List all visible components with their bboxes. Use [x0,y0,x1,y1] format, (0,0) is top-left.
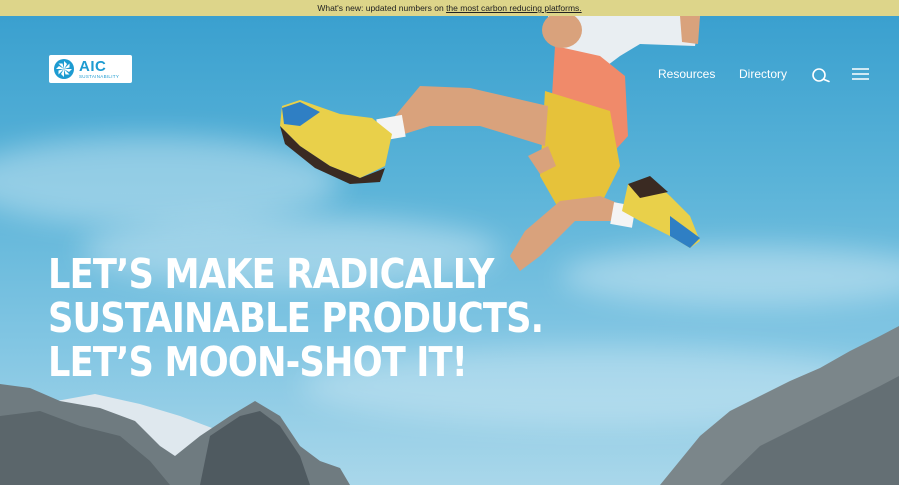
announcement-bar: What's new: updated numbers on the most … [0,0,899,16]
hamburger-menu-icon[interactable] [852,68,870,80]
nav-directory[interactable]: Directory [739,67,787,81]
announcement-text: What's new: updated numbers on [317,3,447,13]
runner-leg-front [395,86,548,146]
pinwheel-logo-icon [54,59,74,79]
hero-section: AIC SUSTAINABILITY Resources Directory L… [0,16,899,485]
nav-resources[interactable]: Resources [658,67,715,81]
site-logo[interactable]: AIC SUSTAINABILITY [49,55,132,83]
headline-line-2: SUSTAINABLE PRODUCTS. [48,294,544,342]
logo-text: AIC SUSTAINABILITY [79,59,119,80]
announcement-link[interactable]: the most carbon reducing platforms. [446,3,582,13]
logo-subtitle: SUSTAINABILITY [79,73,120,79]
search-icon[interactable] [811,67,831,83]
headline-line-1: LET’S MAKE RADICALLY [48,250,494,298]
headline-line-3: LET’S MOON-SHOT IT! [48,338,468,386]
hero-headline: LET’S MAKE RADICALLY SUSTAINABLE PRODUCT… [48,250,544,386]
logo-title: AIC [79,57,107,75]
